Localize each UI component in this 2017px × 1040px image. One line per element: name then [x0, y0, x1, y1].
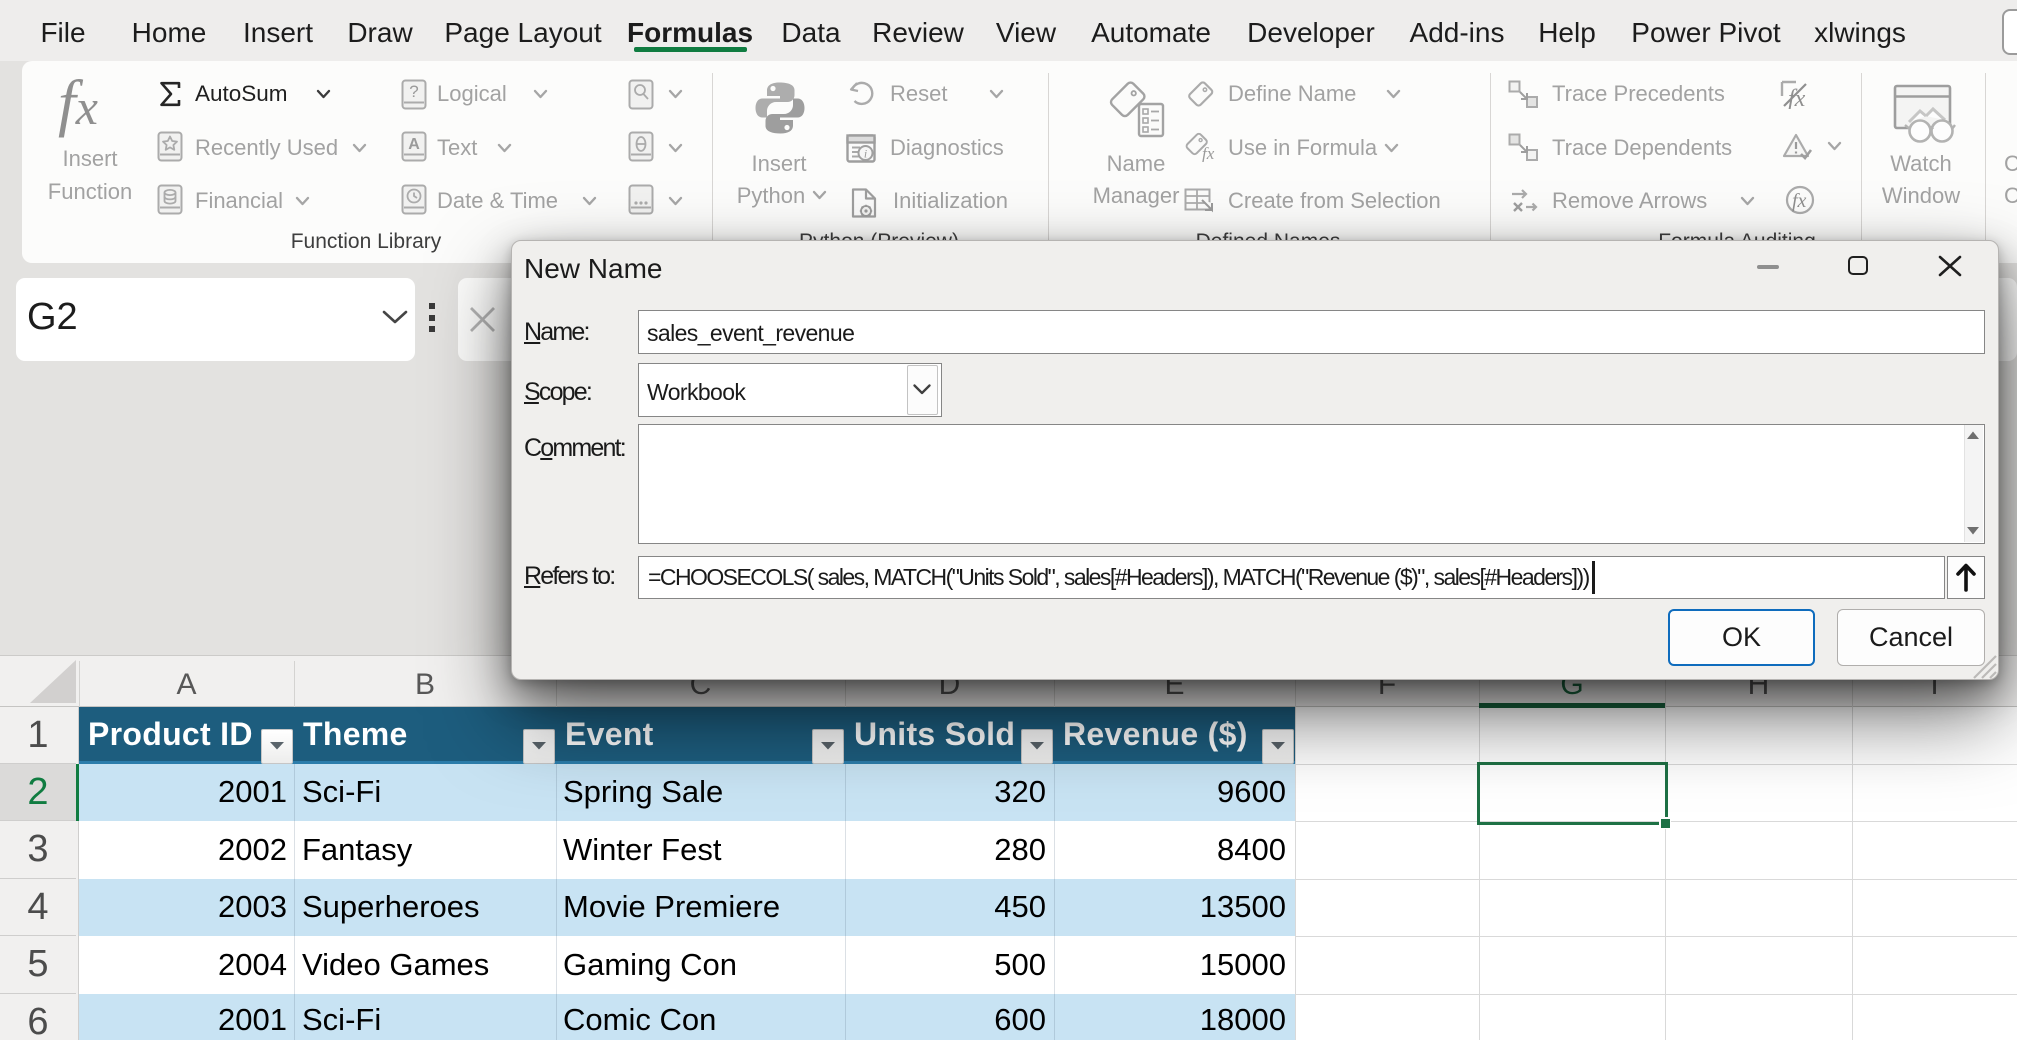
svg-text:fx: fx	[1788, 86, 1806, 109]
svg-text:fx: fx	[1202, 144, 1215, 162]
svg-text:fx: fx	[1792, 190, 1807, 212]
svg-text:?: ?	[409, 82, 418, 101]
svg-text:i: i	[864, 147, 867, 161]
svg-text:A: A	[408, 136, 420, 153]
